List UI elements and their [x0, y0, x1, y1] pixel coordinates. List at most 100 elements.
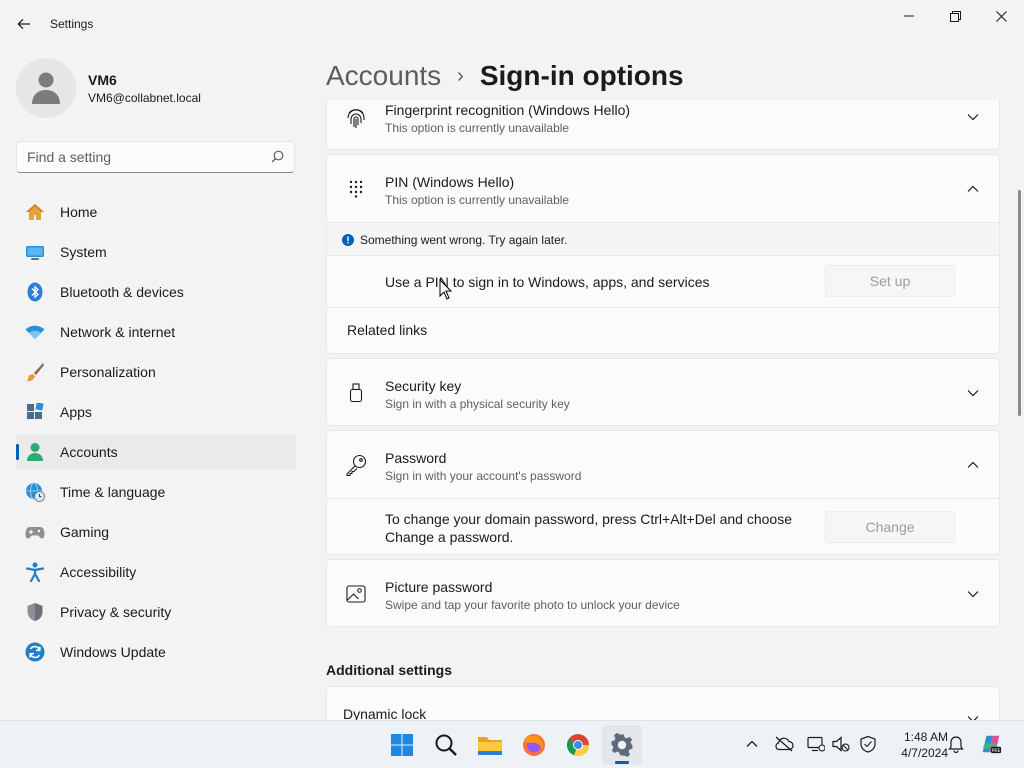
- breadcrumb: Accounts › Sign-in options: [326, 58, 684, 94]
- sidebar-item-label: Accessibility: [60, 564, 137, 580]
- sidebar-item-bluetooth[interactable]: Bluetooth & devices: [16, 274, 296, 310]
- chevron-up-icon[interactable]: [965, 181, 981, 197]
- network-icon: [25, 322, 45, 342]
- shield-icon: [860, 735, 876, 753]
- app-title: Settings: [50, 17, 94, 31]
- sidebar-item-label: Windows Update: [60, 644, 166, 660]
- sidebar-item-label: Time & language: [60, 484, 166, 500]
- firefox-button[interactable]: [514, 725, 554, 765]
- search-box[interactable]: [16, 141, 295, 173]
- globe-clock-icon: [25, 482, 45, 502]
- clock-date: 4/7/2024: [901, 746, 948, 760]
- bluetooth-icon: [25, 282, 45, 302]
- chevron-down-icon[interactable]: [965, 711, 981, 720]
- picture-icon: [345, 583, 367, 605]
- sidebar-item-apps[interactable]: Apps: [16, 394, 296, 430]
- error-banner: Something went wrong. Try again later.: [327, 223, 999, 255]
- chevron-down-icon[interactable]: [965, 586, 981, 602]
- gear-icon: [611, 733, 633, 757]
- back-arrow-icon: [17, 18, 30, 30]
- update-icon: [25, 642, 45, 662]
- card-subtitle: This option is currently unavailable: [385, 121, 570, 135]
- chevron-up-icon: [746, 740, 758, 747]
- sidebar-item-network[interactable]: Network & internet: [16, 314, 296, 350]
- chevron-down-icon[interactable]: [965, 109, 981, 125]
- tray-overflow-button[interactable]: [741, 733, 763, 755]
- sidebar-item-label: System: [60, 244, 107, 260]
- chevron-down-icon[interactable]: [965, 385, 981, 401]
- dynamic-lock-card[interactable]: Dynamic lock: [326, 686, 1000, 720]
- avatar[interactable]: [16, 58, 76, 118]
- sidebar-item-label: Home: [60, 204, 98, 220]
- apps-icon: [25, 402, 45, 422]
- cloud-offline-icon: [775, 736, 794, 752]
- picture-password-card[interactable]: Picture password Swipe and tap your favo…: [326, 559, 1000, 627]
- taskbar-clock[interactable]: 1:48 AM 4/7/2024: [886, 729, 948, 761]
- related-links-label: Related links: [347, 322, 428, 338]
- settings-taskbar-button[interactable]: [602, 725, 642, 765]
- key-icon: [345, 454, 367, 476]
- breadcrumb-separator: ›: [457, 64, 464, 87]
- search-icon[interactable]: [271, 150, 284, 168]
- notifications-button[interactable]: [945, 733, 967, 755]
- svg-text:PRE: PRE: [992, 748, 1001, 754]
- sidebar-item-time-language[interactable]: Time & language: [16, 474, 296, 510]
- sidebar-item-accessibility[interactable]: Accessibility: [16, 554, 296, 590]
- sidebar-item-accounts[interactable]: Accounts: [16, 434, 296, 470]
- chevron-up-icon[interactable]: [965, 457, 981, 473]
- volume-muted-icon: [832, 736, 850, 752]
- sidebar-item-label: Gaming: [60, 524, 110, 540]
- security-key-card[interactable]: Security key Sign in with a physical sec…: [326, 358, 1000, 426]
- sidebar-item-home[interactable]: Home: [16, 194, 296, 230]
- close-icon: [995, 10, 1007, 22]
- home-icon: [25, 202, 45, 222]
- active-app-indicator: [615, 761, 629, 764]
- file-explorer-button[interactable]: [470, 725, 510, 765]
- set-up-button[interactable]: Set up: [825, 265, 955, 297]
- shield-icon: [25, 602, 45, 622]
- fingerprint-card[interactable]: Fingerprint recognition (Windows Hello) …: [326, 100, 1000, 150]
- chrome-button[interactable]: [558, 725, 598, 765]
- divider: [327, 498, 999, 499]
- user-name: VM6: [88, 72, 117, 88]
- taskbar: 1:48 AM 4/7/2024 PRE: [0, 720, 1024, 768]
- minimize-button[interactable]: [886, 0, 932, 32]
- network-monitor-icon: [807, 736, 825, 752]
- password-card: Password Sign in with your account's pas…: [326, 430, 1000, 555]
- sidebar-item-label: Apps: [60, 404, 92, 420]
- sidebar-item-windows-update[interactable]: Windows Update: [16, 634, 296, 670]
- card-subtitle: Sign in with a physical security key: [385, 397, 570, 411]
- vertical-scrollbar[interactable]: [1018, 190, 1021, 416]
- sidebar-item-personalization[interactable]: Personalization: [16, 354, 296, 390]
- volume-tray-button[interactable]: [830, 733, 852, 755]
- close-button[interactable]: [978, 0, 1024, 32]
- title-bar: Settings: [0, 0, 1024, 48]
- accounts-icon: [25, 442, 45, 462]
- pin-description: Use a PIN to sign in to Windows, apps, a…: [385, 274, 710, 290]
- back-button[interactable]: [8, 9, 40, 39]
- password-description-line2: Change a password.: [385, 529, 514, 545]
- main-content: Fingerprint recognition (Windows Hello) …: [326, 100, 1000, 720]
- sidebar-item-system[interactable]: System: [16, 234, 296, 270]
- search-input[interactable]: [27, 148, 257, 166]
- breadcrumb-parent-link[interactable]: Accounts: [326, 60, 441, 92]
- gamepad-icon: [25, 522, 45, 542]
- accessibility-icon: [25, 562, 45, 582]
- card-subtitle: This option is currently unavailable: [385, 193, 570, 207]
- copilot-button[interactable]: PRE: [980, 733, 1002, 755]
- maximize-button[interactable]: [932, 0, 978, 32]
- sidebar-item-privacy-security[interactable]: Privacy & security: [16, 594, 296, 630]
- sidebar-item-label: Network & internet: [60, 324, 176, 340]
- sidebar-item-gaming[interactable]: Gaming: [16, 514, 296, 550]
- change-button[interactable]: Change: [825, 511, 955, 543]
- folder-icon: [478, 737, 502, 755]
- start-button[interactable]: [382, 725, 422, 765]
- divider: [327, 307, 999, 308]
- sidebar-item-label: Personalization: [60, 364, 156, 380]
- onedrive-tray-button[interactable]: [773, 733, 795, 755]
- taskbar-search-button[interactable]: [426, 725, 466, 765]
- network-tray-button[interactable]: [805, 733, 827, 755]
- user-icon: [32, 72, 60, 104]
- card-subtitle: Sign in with your account's password: [385, 469, 582, 483]
- security-tray-button[interactable]: [857, 733, 879, 755]
